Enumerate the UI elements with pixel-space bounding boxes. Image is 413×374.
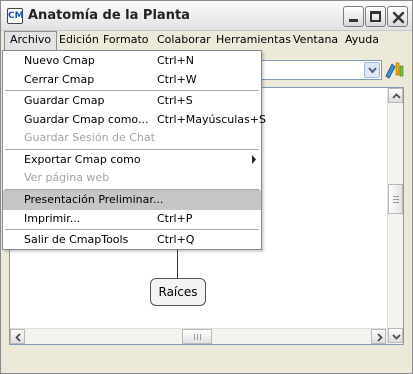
scroll-down-button[interactable] xyxy=(388,328,403,343)
concept-link-line xyxy=(177,246,178,278)
menu-item-shortcut: Ctrl+Q xyxy=(157,233,195,246)
menu-item-ver-pagina-web: Ver página web xyxy=(3,168,261,188)
file-menu-dropdown: Nuevo Cmap Ctrl+N Cerrar Cmap Ctrl+W Gua… xyxy=(2,50,266,250)
menu-item-shortcut: Ctrl+N xyxy=(157,54,195,67)
menu-ventana[interactable]: Ventana xyxy=(288,31,343,50)
menu-colaborar[interactable]: Colaborar xyxy=(152,31,216,50)
menu-item-shortcut: Ctrl+W xyxy=(157,73,197,86)
close-icon xyxy=(392,11,405,24)
menu-item-label: Guardar Sesión de Chat xyxy=(24,131,155,144)
menu-ayuda[interactable]: Ayuda xyxy=(340,31,384,50)
menu-item-shortcut: Ctrl+S xyxy=(157,94,193,107)
maximize-icon xyxy=(370,11,381,22)
vertical-scroll-thumb[interactable] xyxy=(388,184,403,214)
vertical-scrollbar[interactable] xyxy=(387,88,403,344)
app-window: CM Anatomía de la Planta Archivo Edición… xyxy=(0,0,413,374)
horizontal-scroll-thumb[interactable] xyxy=(182,329,212,344)
menu-item-presentacion-preliminar[interactable]: Presentación Preliminar... xyxy=(3,190,261,210)
menu-item-cerrar-cmap[interactable]: Cerrar Cmap Ctrl+W xyxy=(3,70,261,90)
close-button[interactable] xyxy=(387,6,408,27)
menu-item-label: Salir de CmapTools xyxy=(24,233,129,246)
arrow-right-icon xyxy=(377,333,383,342)
menu-item-label: Guardar Cmap xyxy=(24,94,105,107)
scroll-up-button[interactable] xyxy=(388,88,403,103)
menu-item-guardar-cmap[interactable]: Guardar Cmap Ctrl+S xyxy=(3,91,261,111)
minimize-button[interactable] xyxy=(343,6,364,27)
menu-formato[interactable]: Formato xyxy=(98,31,154,50)
combo-dropdown-button[interactable] xyxy=(364,62,380,78)
menu-bar: Archivo Edición Formato Colaborar Herram… xyxy=(2,31,411,50)
menu-item-label: Guardar Cmap como... xyxy=(24,113,149,126)
menu-item-guardar-sesion-chat: Guardar Sesión de Chat xyxy=(3,128,261,148)
menu-herramientas[interactable]: Herramientas xyxy=(211,31,296,50)
minimize-icon xyxy=(349,19,358,22)
chevron-down-icon xyxy=(368,67,377,74)
submenu-arrow-icon xyxy=(252,155,256,164)
window-title: Anatomía de la Planta xyxy=(28,8,190,23)
concept-node[interactable]: Raíces xyxy=(150,278,206,306)
scroll-right-button[interactable] xyxy=(371,329,386,344)
menu-item-guardar-cmap-como[interactable]: Guardar Cmap como... Ctrl+Mayúsculas+S xyxy=(3,110,266,130)
menu-item-shortcut: Ctrl+P xyxy=(157,212,193,225)
menu-item-label: Imprimir... xyxy=(24,212,81,225)
menu-item-imprimir[interactable]: Imprimir... Ctrl+P xyxy=(3,209,261,229)
status-bar xyxy=(2,355,411,373)
menu-edicion[interactable]: Edición xyxy=(54,31,104,50)
menu-item-salir[interactable]: Salir de CmapTools Ctrl+Q xyxy=(3,230,261,250)
styles-palette-icon[interactable] xyxy=(383,60,405,80)
menu-item-nuevo-cmap[interactable]: Nuevo Cmap Ctrl+N xyxy=(3,51,261,71)
horizontal-scrollbar[interactable] xyxy=(10,328,387,344)
menu-archivo[interactable]: Archivo xyxy=(4,31,58,50)
menu-item-label: Exportar Cmap como xyxy=(24,153,141,166)
menu-item-label: Presentación Preliminar... xyxy=(24,193,164,206)
arrow-down-icon xyxy=(392,334,401,340)
menu-item-label: Ver página web xyxy=(24,171,110,184)
menu-item-label: Cerrar Cmap xyxy=(24,73,95,86)
maximize-button[interactable] xyxy=(365,6,386,27)
arrow-left-icon xyxy=(15,333,21,342)
cmaptools-app-icon: CM xyxy=(7,8,24,24)
title-bar: CM Anatomía de la Planta xyxy=(1,1,412,31)
arrow-up-icon xyxy=(392,93,401,99)
menu-item-exportar-cmap[interactable]: Exportar Cmap como xyxy=(3,150,261,170)
scroll-left-button[interactable] xyxy=(10,329,25,344)
menu-item-shortcut: Ctrl+Mayúsculas+S xyxy=(157,113,266,126)
menu-item-label: Nuevo Cmap xyxy=(24,54,95,67)
